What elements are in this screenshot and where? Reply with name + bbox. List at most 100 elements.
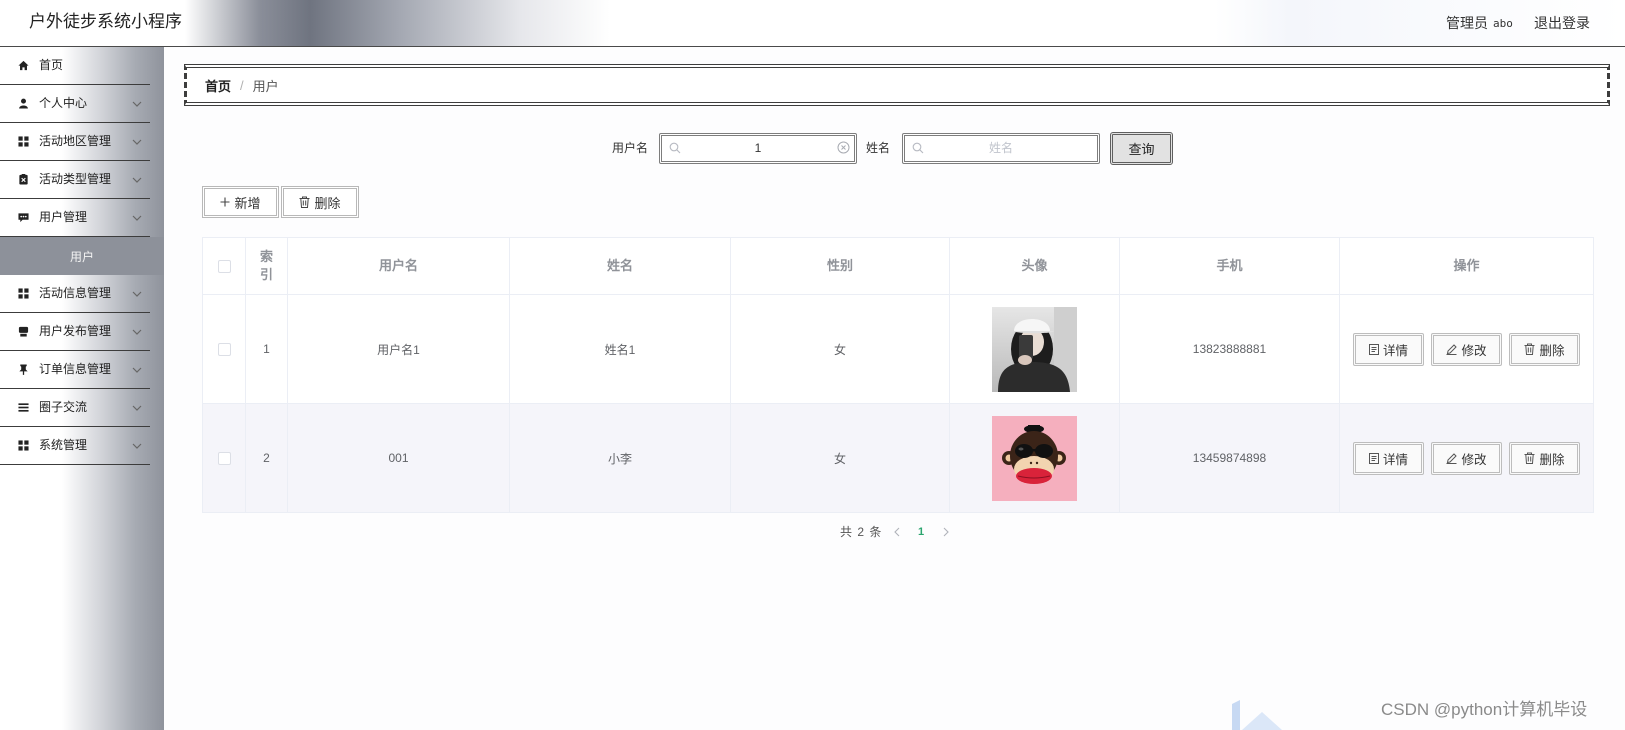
chevron-right-icon[interactable] [942,527,950,537]
cell-actions: 详情 修改 删除 [1339,294,1594,404]
table-row: 1 用户名1 姓名1 女 13823888881 详情 修改 删除 [202,294,1594,404]
chevron-down-icon [132,291,142,297]
cell-name: 姓名1 [509,294,731,404]
sidebar-item-label: 订单信息管理 [39,362,112,376]
clear-input-icon[interactable] [837,141,850,154]
sidebar-item-order-management[interactable]: 订单信息管理 [0,351,150,389]
cell-actions: 详情 修改 删除 [1339,403,1594,513]
sidebar-item-user-management[interactable]: 用户管理 [0,199,150,237]
sidebar-item-label: 系统管理 [39,438,88,452]
query-button[interactable]: 查询 [1110,132,1173,165]
user-icon [18,98,29,109]
breadcrumb: 首页 / 用户 [184,64,1610,106]
cell-username: 用户名1 [287,294,510,404]
breadcrumb-separator: / [240,77,244,93]
plus-icon [220,197,230,207]
app-title: 户外徒步系统小程序 [29,12,182,32]
sidebar-subitem-user[interactable]: 用户 [0,237,164,275]
pin-icon [18,364,29,375]
pagination-total: 共 2 条 [840,525,883,539]
username-label: abo [1493,17,1513,30]
edit-button[interactable]: 修改 [1431,441,1502,475]
name-search-input[interactable]: 姓名 [902,133,1100,164]
chevron-down-icon [132,367,142,373]
batch-delete-button[interactable]: 删除 [281,186,359,218]
grid-icon [18,440,29,451]
details-button[interactable]: 详情 [1353,441,1424,475]
cell-phone: 13459874898 [1119,403,1340,513]
select-all-checkbox[interactable] [217,260,231,274]
decorative-shape [1228,698,1292,730]
trash-icon [1524,343,1535,355]
home-icon [18,60,29,71]
header-name: 姓名 [509,237,731,295]
sidebar-item-label: 活动信息管理 [39,286,112,300]
pencil-icon [1446,452,1458,464]
breadcrumb-home-link[interactable]: 首页 [205,76,231,95]
sidebar-item-label: 活动类型管理 [39,172,112,186]
cell-index: 2 [245,403,288,513]
delete-label: 删除 [1539,452,1565,467]
watermark: CSDN @python计算机毕设 [1381,700,1588,719]
username-search-input[interactable]: 1 [659,133,857,164]
header-select-cell [202,237,246,295]
chevron-down-icon [132,443,142,449]
message-icon [18,212,29,223]
sidebar-item-personal-center[interactable]: 个人中心 [0,85,150,123]
cell-avatar [949,294,1120,404]
trash-icon [1524,452,1535,464]
add-button-label: 新增 [234,195,261,211]
details-label: 详情 [1382,452,1408,467]
sidebar-item-post-management[interactable]: 用户发布管理 [0,313,150,351]
sidebar-item-region-management[interactable]: 活动地区管理 [0,123,150,161]
chevron-down-icon [132,405,142,411]
top-header: 户外徒步系统小程序 管理员 abo 退出登录 [0,0,1625,47]
sidebar-item-label: 圈子交流 [39,400,88,414]
delete-button[interactable]: 删除 [1509,332,1580,366]
name-input-placeholder: 姓名 [988,141,1013,155]
grid-icon [18,136,29,147]
pencil-icon [1446,343,1458,355]
cell-phone: 13823888881 [1119,294,1340,404]
row-select-cell [202,294,246,404]
avatar [992,306,1077,392]
header-gender: 性别 [730,237,950,295]
username-input-value: 1 [754,141,762,155]
add-button[interactable]: 新增 [202,186,279,218]
pagination-page[interactable]: 1 [918,524,924,540]
sidebar-item-label: 活动地区管理 [39,134,112,148]
cell-avatar [949,403,1120,513]
details-label: 详情 [1382,343,1408,358]
row-checkbox[interactable] [217,343,231,357]
avatar [992,415,1077,501]
clipboard-icon [18,174,29,185]
table-row: 2 001 小李 女 13459874898 详情 修改 删除 [202,403,1594,513]
row-checkbox[interactable] [217,452,231,466]
delete-button[interactable]: 删除 [1509,441,1580,475]
cell-username: 001 [287,403,510,513]
document-icon [1368,343,1379,355]
name-filter-label: 姓名 [866,141,891,155]
header-actions: 操作 [1339,237,1594,295]
printer-icon [18,326,29,337]
chevron-left-icon[interactable] [893,527,901,537]
sidebar-item-home[interactable]: 首页 [0,47,150,85]
logout-link[interactable]: 退出登录 [1534,13,1590,33]
sidebar-item-type-management[interactable]: 活动类型管理 [0,161,150,199]
delete-label: 删除 [1539,343,1565,358]
sidebar-item-community[interactable]: 圈子交流 [0,389,150,427]
chevron-down-icon [132,177,142,183]
sidebar-item-system-management[interactable]: 系统管理 [0,427,150,465]
edit-button[interactable]: 修改 [1431,332,1502,366]
details-button[interactable]: 详情 [1353,332,1424,366]
sidebar-item-activity-management[interactable]: 活动信息管理 [0,275,150,313]
sidebar: 首页 个人中心 活动地区管理 活动类型管理 用户管理 用户 活动信息管理 用户发… [0,47,164,730]
user-role-label: 管理员 [1446,15,1488,31]
user-table: 索引 用户名 姓名 性别 头像 手机 操作 1 用户名1 姓名1 女 13823… [202,237,1594,513]
sidebar-item-label: 用户发布管理 [39,324,112,338]
trash-icon [299,196,310,208]
edit-label: 修改 [1461,452,1487,467]
header-index: 索引 [245,237,288,295]
header-username: 用户名 [287,237,510,295]
chevron-down-icon [132,215,142,221]
